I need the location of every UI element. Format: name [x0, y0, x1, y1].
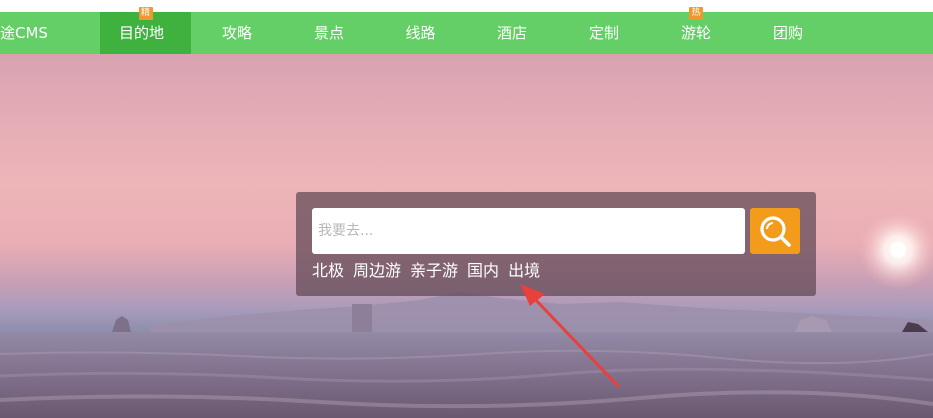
search-input[interactable] [312, 208, 745, 254]
distant-ship [112, 316, 131, 332]
nav-item-label: 目的地 [118, 24, 164, 42]
nav-item-label: 定制 [588, 24, 619, 42]
nav-item-custom[interactable]: 定制 [558, 12, 650, 54]
nav-item-group-buy[interactable]: 团购 [742, 12, 834, 54]
hot-link-arctic[interactable]: 北极 [312, 260, 344, 282]
main-nav: 途CMS 精 目的地 攻略 景点 线路 酒店 定制 热 游轮 团购 [0, 7, 933, 54]
hot-link-domestic[interactable]: 国内 [467, 260, 499, 282]
distant-building [352, 304, 372, 332]
nav-item-destination[interactable]: 精 目的地 [100, 7, 191, 54]
nav-item-logo[interactable]: 途CMS [0, 12, 100, 54]
hot-link-family[interactable]: 亲子游 [410, 260, 458, 282]
nav-item-label: 线路 [405, 24, 436, 42]
nav-item-hotels[interactable]: 酒店 [466, 12, 558, 54]
nav-item-label: 途CMS [0, 24, 48, 42]
nav-item-label: 景点 [313, 24, 344, 42]
nav-badge-hot: 热 [689, 7, 703, 20]
hot-link-outbound[interactable]: 出境 [508, 260, 540, 282]
hot-destinations: 北极 周边游 亲子游 国内 出境 [312, 260, 549, 282]
nav-item-attractions[interactable]: 景点 [283, 12, 375, 54]
search-button[interactable] [750, 208, 800, 254]
search-icon [760, 216, 791, 247]
nav-item-label: 游轮 [680, 24, 711, 42]
nav-item-guides[interactable]: 攻略 [191, 12, 283, 54]
nav-item-label: 攻略 [221, 24, 252, 42]
nav-item-routes[interactable]: 线路 [375, 12, 466, 54]
search-panel: 北极 周边游 亲子游 国内 出境 [296, 192, 816, 296]
nav-item-label: 酒店 [496, 24, 527, 42]
sun [890, 242, 906, 258]
hot-link-nearby[interactable]: 周边游 [353, 260, 401, 282]
nav-item-cruise[interactable]: 热 游轮 [650, 7, 742, 54]
nav-item-label: 团购 [772, 24, 803, 42]
nav-badge-featured: 精 [138, 7, 153, 20]
